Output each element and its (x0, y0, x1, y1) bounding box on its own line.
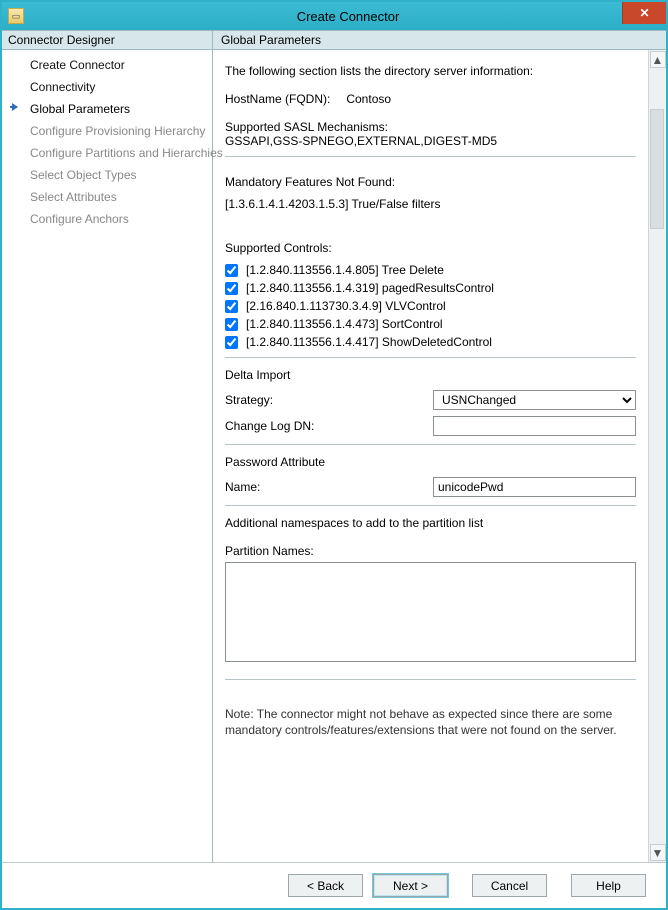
nav-item-create-connector[interactable]: Create Connector (2, 54, 212, 76)
hostname-row: HostName (FQDN): Contoso (225, 92, 636, 106)
delta-form: Strategy: USNChanged Change Log DN: (225, 390, 636, 436)
cancel-button[interactable]: Cancel (472, 874, 547, 897)
content-area: Connector Designer Create ConnectorConne… (2, 30, 666, 862)
hostname-value: Contoso (346, 92, 391, 106)
vertical-scrollbar[interactable]: ▲ ▼ (648, 50, 666, 862)
separator (225, 505, 636, 506)
chevron-down-icon: ▼ (652, 846, 664, 860)
mandatory-heading: Mandatory Features Not Found: (225, 175, 636, 189)
delta-heading: Delta Import (225, 368, 636, 382)
control-row: [1.2.840.113556.1.4.319] pagedResultsCon… (225, 281, 636, 295)
nav-list: Create ConnectorConnectivityGlobal Param… (2, 50, 212, 230)
strategy-label: Strategy: (225, 393, 425, 407)
scroll-up-button[interactable]: ▲ (650, 51, 666, 68)
nav-item-connectivity[interactable]: Connectivity (2, 76, 212, 98)
controls-list: [1.2.840.113556.1.4.805] Tree Delete [1.2… (225, 263, 636, 349)
help-button[interactable]: Help (571, 874, 646, 897)
scroll-host: The following section lists the director… (213, 50, 666, 862)
control-row: [1.2.840.113556.1.4.473] SortControl (225, 317, 636, 331)
control-label: [1.2.840.113556.1.4.473] SortControl (246, 317, 443, 331)
scroll-down-button[interactable]: ▼ (650, 844, 666, 861)
control-label: [1.2.840.113556.1.4.319] pagedResultsCon… (246, 281, 494, 295)
control-row: [1.2.840.113556.1.4.805] Tree Delete (225, 263, 636, 277)
scroll-content: The following section lists the director… (213, 50, 648, 862)
nav-item-configure-provisioning-hierarchy[interactable]: Configure Provisioning Hierarchy (2, 120, 212, 142)
note-text: Note: The connector might not behave as … (225, 706, 636, 738)
control-checkbox[interactable] (225, 300, 238, 313)
left-panel-header: Connector Designer (2, 31, 212, 50)
right-panel: Global Parameters The following section … (213, 31, 666, 862)
back-button[interactable]: < Back (288, 874, 363, 897)
partition-label: Partition Names: (225, 544, 636, 558)
close-icon: ✕ (639, 6, 649, 20)
pwd-name-input[interactable] (433, 477, 636, 497)
chevron-up-icon: ▲ (652, 53, 664, 67)
intro-text: The following section lists the director… (225, 64, 636, 78)
pwd-name-label: Name: (225, 480, 425, 494)
button-bar: < Back Next > Cancel Help (2, 862, 666, 908)
nav-item-global-parameters[interactable]: Global Parameters (2, 98, 212, 120)
nav-item-configure-partitions-and-hierarchies[interactable]: Configure Partitions and Hierarchies (2, 142, 212, 164)
separator (225, 679, 636, 680)
nav-item-select-attributes[interactable]: Select Attributes (2, 186, 212, 208)
hostname-label: HostName (FQDN): (225, 92, 343, 106)
partition-names-input[interactable] (225, 562, 636, 662)
scrollbar-thumb[interactable] (650, 109, 664, 229)
strategy-select[interactable]: USNChanged (433, 390, 636, 410)
control-label: [1.2.840.113556.1.4.417] ShowDeletedCont… (246, 335, 492, 349)
window-title: Create Connector (30, 9, 666, 24)
controls-heading: Supported Controls: (225, 241, 636, 255)
titlebar: ▭ Create Connector ✕ (2, 2, 666, 30)
left-panel: Connector Designer Create ConnectorConne… (2, 31, 213, 862)
nav-item-select-object-types[interactable]: Select Object Types (2, 164, 212, 186)
sasl-value: GSSAPI,GSS-SPNEGO,EXTERNAL,DIGEST-MD5 (225, 134, 636, 148)
pwd-heading: Password Attribute (225, 455, 636, 469)
control-checkbox[interactable] (225, 318, 238, 331)
window: ▭ Create Connector ✕ Connector Designer … (0, 0, 668, 910)
close-button[interactable]: ✕ (622, 2, 666, 24)
control-checkbox[interactable] (225, 264, 238, 277)
mandatory-value: [1.3.6.1.4.1.4203.1.5.3] True/False filt… (225, 197, 636, 211)
separator (225, 357, 636, 358)
next-button[interactable]: Next > (373, 874, 448, 897)
sasl-label: Supported SASL Mechanisms: (225, 120, 636, 134)
control-label: [1.2.840.113556.1.4.805] Tree Delete (246, 263, 444, 277)
right-panel-header: Global Parameters (213, 31, 666, 50)
control-row: [1.2.840.113556.1.4.417] ShowDeletedCont… (225, 335, 636, 349)
pwd-form: Name: (225, 477, 636, 497)
control-label: [2.16.840.1.113730.3.4.9] VLVControl (246, 299, 446, 313)
separator (225, 444, 636, 445)
app-icon: ▭ (8, 8, 24, 24)
control-checkbox[interactable] (225, 336, 238, 349)
changelog-label: Change Log DN: (225, 419, 425, 433)
changelog-input[interactable] (433, 416, 636, 436)
control-row: [2.16.840.1.113730.3.4.9] VLVControl (225, 299, 636, 313)
nav-item-configure-anchors[interactable]: Configure Anchors (2, 208, 212, 230)
scrollbar-track[interactable] (650, 69, 666, 843)
ns-intro: Additional namespaces to add to the part… (225, 516, 636, 530)
separator (225, 156, 636, 157)
control-checkbox[interactable] (225, 282, 238, 295)
